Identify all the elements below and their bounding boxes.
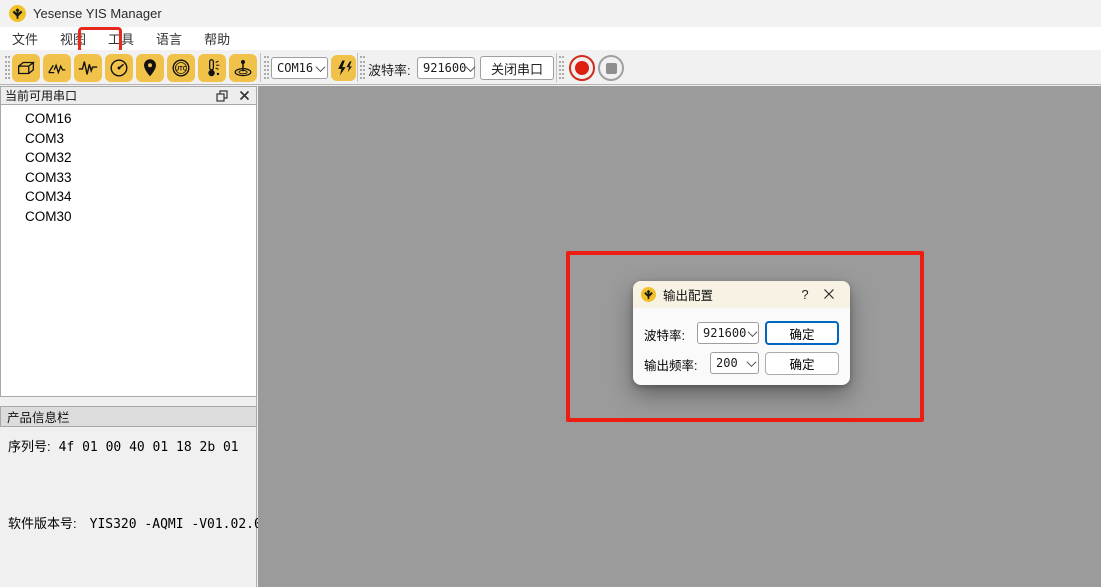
gyro-level-icon <box>232 57 254 79</box>
serial-port-item[interactable]: COM30 <box>1 207 256 227</box>
refresh-ports-button[interactable] <box>331 55 356 81</box>
close-serial-port-button[interactable]: 关闭串口 <box>480 56 554 80</box>
menu-help[interactable]: 帮助 <box>194 26 240 51</box>
dialog-close-button[interactable] <box>816 287 842 303</box>
stop-button[interactable] <box>598 55 624 81</box>
output-config-dialog: 输出配置 ? 波特率: 921600 确定 输出频率: 200 确定 <box>633 281 850 385</box>
serial-port-item[interactable]: COM3 <box>1 129 256 149</box>
serial-ports-panel-title: 当前可用串口 <box>5 87 77 104</box>
record-icon <box>575 61 589 75</box>
vibration-wave-icon <box>77 57 99 79</box>
thermometer-icon <box>201 57 223 79</box>
tool-3d-view-button[interactable] <box>12 54 40 82</box>
dialog-freq-confirm-button[interactable]: 确定 <box>765 352 839 375</box>
dialog-title: 输出配置 <box>663 285 794 304</box>
chevron-down-icon <box>744 360 758 367</box>
dialog-logo-icon <box>641 287 656 302</box>
toolbar-drag-handle[interactable] <box>5 56 10 79</box>
tool-waveform-plot-button[interactable] <box>74 54 102 82</box>
com-port-select[interactable]: COM16 <box>271 57 328 79</box>
menu-bar: 文件 视图 工具 语言 帮助 <box>0 27 1101 50</box>
location-pin-icon <box>139 57 161 79</box>
serial-number-line: 序列号: 4f 01 00 40 01 18 2b 01 <box>8 436 239 455</box>
serial-ports-panel-header: 当前可用串口 <box>0 86 257 105</box>
dialog-help-button[interactable]: ? <box>794 287 816 302</box>
toolbar-separator <box>556 53 557 82</box>
attitude-wave-icon <box>46 57 68 79</box>
tool-gyro-level-button[interactable] <box>229 54 257 82</box>
serial-port-list: COM16 COM3 COM32 COM33 COM34 COM30 <box>0 105 257 397</box>
serial-port-item[interactable]: COM34 <box>1 187 256 207</box>
gauge-icon <box>108 57 130 79</box>
software-version-line: 软件版本号: YIS320 -AQMI -V01.02.03; <box>8 513 277 532</box>
com-port-value: COM16 <box>272 61 313 75</box>
chevron-down-icon <box>466 65 474 72</box>
menu-tools[interactable]: 工具 <box>98 26 144 51</box>
tool-location-button[interactable] <box>136 54 164 82</box>
menu-view[interactable]: 视图 <box>50 26 96 51</box>
close-x-icon <box>823 288 835 300</box>
toolbar-separator <box>357 53 358 82</box>
window-title: Yesense YIS Manager <box>33 6 162 21</box>
product-info-title: 产品信息栏 <box>7 407 70 426</box>
software-version-value: YIS320 -AQMI -V01.02.03; <box>90 517 278 532</box>
serial-port-item[interactable]: COM33 <box>1 168 256 188</box>
app-logo-icon <box>9 5 26 22</box>
utc-clock-icon: UTC <box>170 57 192 79</box>
software-version-label: 软件版本号: <box>8 513 77 532</box>
tool-temperature-button[interactable] <box>198 54 226 82</box>
serial-port-item[interactable]: COM16 <box>1 109 256 129</box>
chevron-down-icon <box>313 65 327 72</box>
dialog-baud-label: 波特率: <box>644 325 685 344</box>
toolbar-drag-handle[interactable] <box>264 56 269 79</box>
close-x-icon <box>239 90 250 101</box>
tool-utc-clock-button[interactable]: UTC <box>167 54 195 82</box>
toolbar-drag-handle[interactable] <box>559 56 564 79</box>
svg-text:UTC: UTC <box>175 66 188 72</box>
title-bar: Yesense YIS Manager <box>0 0 1101 27</box>
menu-language[interactable]: 语言 <box>146 26 192 51</box>
chevron-down-icon <box>746 330 758 337</box>
menu-file[interactable]: 文件 <box>2 26 48 51</box>
serial-number-label: 序列号: <box>8 436 51 455</box>
stop-icon <box>606 63 617 74</box>
toolbar-drag-handle[interactable] <box>360 56 365 79</box>
dialog-baud-select[interactable]: 921600 <box>697 322 759 344</box>
panel-float-button[interactable] <box>214 88 230 103</box>
double-lightning-icon <box>334 58 354 78</box>
baud-rate-label: 波特率: <box>368 60 411 79</box>
dialog-freq-value: 200 <box>711 356 744 370</box>
dialog-freq-label: 输出频率: <box>644 355 697 374</box>
dialog-title-bar[interactable]: 输出配置 ? <box>633 281 850 308</box>
panel-close-button[interactable] <box>236 88 252 103</box>
serial-number-value: 4f 01 00 40 01 18 2b 01 <box>59 440 239 455</box>
dialog-baud-confirm-button[interactable]: 确定 <box>765 321 839 345</box>
product-info-header: 产品信息栏 <box>0 406 257 427</box>
serial-port-item[interactable]: COM32 <box>1 148 256 168</box>
tool-gauge-button[interactable] <box>105 54 133 82</box>
restore-window-icon <box>216 90 228 102</box>
dialog-freq-select[interactable]: 200 <box>710 352 759 374</box>
record-button[interactable] <box>569 55 595 81</box>
app-window: Yesense YIS Manager 文件 视图 工具 语言 帮助 <box>0 0 1101 587</box>
tool-attitude-plot-button[interactable] <box>43 54 71 82</box>
toolbar-separator <box>260 53 261 82</box>
cube-3d-icon <box>15 57 37 79</box>
dialog-baud-value: 921600 <box>698 326 746 340</box>
baud-rate-select[interactable]: 921600 <box>417 57 475 79</box>
baud-rate-value: 921600 <box>418 61 466 75</box>
